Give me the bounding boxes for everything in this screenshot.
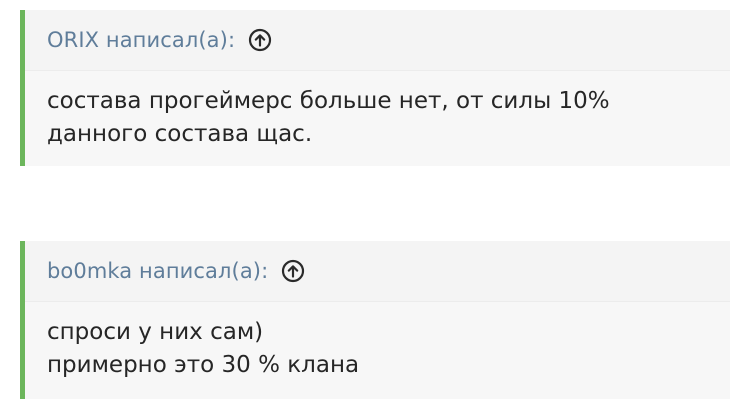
quote-text-line: спроси у них сам) (47, 319, 264, 345)
arrow-up-circle-icon[interactable] (248, 28, 272, 52)
quote-body: спроси у них сам) примерно это 30 % клан… (25, 302, 730, 382)
quote-author[interactable]: ORIX написал(а): (47, 28, 235, 52)
quote-block: bo0mka написал(а): спроси у них сам) при… (20, 241, 730, 399)
quote-header: ORIX написал(а): (25, 10, 730, 71)
quote-author[interactable]: bo0mka написал(а): (47, 259, 268, 283)
quote-text-line: состава прогеймерс больше нет, от силы 1… (47, 88, 610, 114)
arrow-up-circle-icon[interactable] (281, 259, 305, 283)
quote-header: bo0mka написал(а): (25, 241, 730, 302)
quote-text-line: примерно это 30 % клана (47, 352, 360, 378)
quote-body: состава прогеймерс больше нет, от силы 1… (25, 71, 730, 151)
quote-block: ORIX написал(а): состава прогеймерс боль… (20, 10, 730, 166)
quote-text-line: данного состава щас. (47, 121, 313, 147)
